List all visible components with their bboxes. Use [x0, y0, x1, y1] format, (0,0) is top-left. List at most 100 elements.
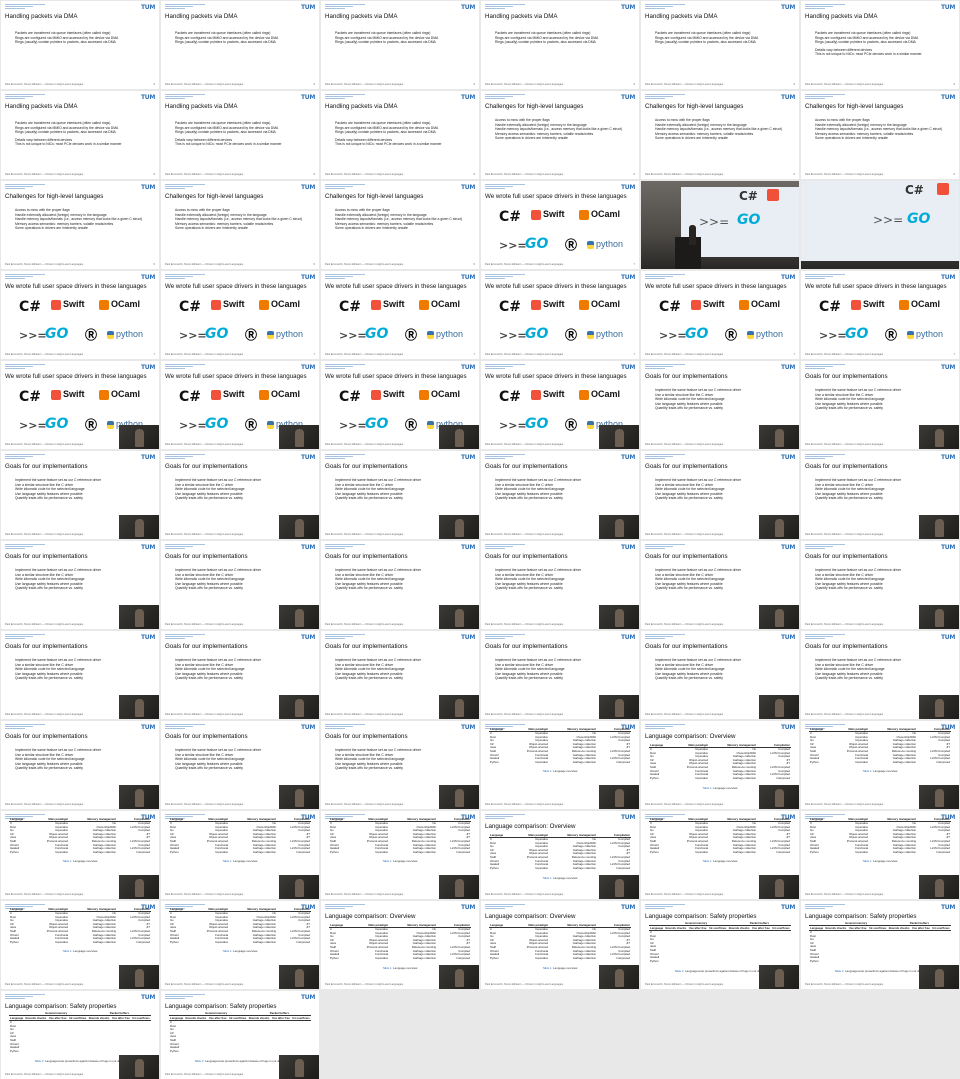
slide-thumbnail[interactable]: TUM Paul Emmerich, Simon Ellmann — Driver… — [1, 991, 159, 1079]
safety-properties-table: General memory Packet buffers Language Boun… — [809, 921, 951, 963]
slide-thumbnail[interactable]: TUM Paul Emmerich, Simon Ellmann — Driver… — [1, 91, 159, 179]
slide-thumbnail[interactable]: TUM Paul Emmerich, Simon Ellmann — Driver… — [161, 811, 319, 899]
slide-thumbnail[interactable]: TUM Paul Emmerich, Simon Ellmann — Driver… — [801, 541, 959, 629]
tum-logo-icon: TUM — [620, 544, 635, 551]
ocaml-label: OCaml — [431, 389, 461, 399]
table-caption: Table 1: Language overview — [1, 949, 159, 953]
slide-thumbnail[interactable]: TUM Paul Emmerich, Simon Ellmann — Driver… — [641, 541, 799, 629]
slide-thumbnail[interactable]: TUM Paul Emmerich, Simon Ellmann — Driver… — [641, 271, 799, 359]
slide-thumbnail[interactable]: TUM Paul Emmerich, Simon Ellmann — Driver… — [321, 451, 479, 539]
slide-thumbnail[interactable]: TUM Paul Emmerich, Simon Ellmann — Driver… — [1, 721, 159, 809]
slide-thumbnail[interactable]: TUM Paul Emmerich, Simon Ellmann — Driver… — [481, 721, 639, 809]
header-line — [5, 458, 25, 459]
slide-title: Goals for our implementations — [165, 463, 248, 470]
slide-thumbnail[interactable]: TUM Paul Emmerich, Simon Ellmann — Driver… — [641, 631, 799, 719]
slide-thumbnail[interactable]: TUM Paul Emmerich, Simon Ellmann — Driver… — [801, 361, 959, 449]
slide-thumbnail[interactable]: TUM Paul Emmerich, Simon Ellmann — Driver… — [321, 811, 479, 899]
slide-thumbnail[interactable]: TUM Paul Emmerich, Simon Ellmann — Driver… — [1, 451, 159, 539]
header-line — [325, 726, 353, 727]
header-line — [485, 368, 505, 369]
slide-title: Goals for our implementations — [645, 463, 728, 470]
slide-thumbnail[interactable]: TUM Paul Emmerich, Simon Ellmann — Driver… — [641, 91, 799, 179]
slide-thumbnail[interactable]: TUM Paul Emmerich, Simon Ellmann — Driver… — [641, 721, 799, 809]
slide-thumbnail[interactable]: TUM Paul Emmerich, Simon Ellmann — Driver… — [161, 181, 319, 269]
slide-thumbnail[interactable]: TUM Paul Emmerich, Simon Ellmann — Driver… — [641, 1, 799, 89]
slide-thumbnail[interactable]: TUM Paul Emmerich, Simon Ellmann — Driver… — [161, 271, 319, 359]
slide-thumbnail[interactable]: TUM Paul Emmerich, Simon Ellmann — Driver… — [641, 361, 799, 449]
slide-thumbnail[interactable]: TUM Paul Emmerich, Simon Ellmann — Driver… — [321, 901, 479, 989]
slide-thumbnail[interactable]: TUM Paul Emmerich, Simon Ellmann — Driver… — [161, 991, 319, 1079]
slide-thumbnail[interactable]: TUM Paul Emmerich, Simon Ellmann — Driver… — [801, 811, 959, 899]
slide-thumbnail[interactable]: TUM Paul Emmerich, Simon Ellmann — Driver… — [321, 1, 479, 89]
slide-thumbnail[interactable]: TUM Paul Emmerich, Simon Ellmann — Driver… — [641, 811, 799, 899]
table-cell: Interpreted — [616, 759, 630, 764]
slide-thumbnail[interactable]: TUM Paul Emmerich, Simon Ellmann — Driver… — [481, 271, 639, 359]
table-row: Python — [169, 1049, 311, 1054]
slide-thumbnail[interactable]: TUM Paul Emmerich, Simon Ellmann — Driver… — [801, 1, 959, 89]
slide-thumbnail[interactable]: C# >>= GO — [641, 181, 799, 269]
slide-title: Goals for our implementations — [485, 463, 568, 470]
slide-thumbnail[interactable]: TUM Paul Emmerich, Simon Ellmann — Driver… — [1, 631, 159, 719]
slide-thumbnail[interactable]: TUM Paul Emmerich, Simon Ellmann — Driver… — [481, 541, 639, 629]
table-caption-text: Language-level protections against class… — [685, 969, 766, 973]
header-line — [325, 638, 345, 639]
slide-footer: Paul Emmerich, Simon Ellmann — Drivers i… — [485, 263, 564, 266]
slide-thumbnail[interactable]: TUM Paul Emmerich, Simon Ellmann — Driver… — [161, 361, 319, 449]
speaker-camera-inset — [919, 425, 959, 449]
slide-thumbnail[interactable]: TUM Paul Emmerich, Simon Ellmann — Driver… — [321, 631, 479, 719]
language-logos: C# Swift OCaml >>= GO Ⓡpython — [641, 295, 799, 353]
slide-title: Goals for our implementations — [645, 643, 728, 650]
csharp-logo-icon: C# — [179, 299, 202, 315]
slide-thumbnail[interactable]: TUM Paul Emmerich, Simon Ellmann — Driver… — [161, 901, 319, 989]
slide-thumbnail[interactable]: TUM Paul Emmerich, Simon Ellmann — Driver… — [321, 361, 479, 449]
slide-thumbnail[interactable]: TUM Paul Emmerich, Simon Ellmann — Driver… — [481, 181, 639, 269]
slide-footer: Paul Emmerich, Simon Ellmann — Drivers i… — [645, 983, 724, 986]
slide-thumbnail[interactable]: TUM Paul Emmerich, Simon Ellmann — Driver… — [1, 811, 159, 899]
slide-thumbnail[interactable]: C# >>= GO — [801, 181, 959, 269]
slide-thumbnail[interactable]: TUM Paul Emmerich, Simon Ellmann — Driver… — [1, 271, 159, 359]
slide-thumbnail[interactable]: TUM Paul Emmerich, Simon Ellmann — Driver… — [481, 91, 639, 179]
slide-thumbnail[interactable]: TUM Paul Emmerich, Simon Ellmann — Driver… — [1, 1, 159, 89]
slide-thumbnail[interactable]: TUM Paul Emmerich, Simon Ellmann — Driver… — [1, 361, 159, 449]
slide-thumbnail[interactable]: TUM Paul Emmerich, Simon Ellmann — Driver… — [641, 451, 799, 539]
slide-thumbnail[interactable]: TUM Paul Emmerich, Simon Ellmann — Driver… — [481, 811, 639, 899]
tum-header-lines-icon — [165, 994, 205, 999]
table-caption-text: Language overview — [73, 859, 98, 863]
slide-thumbnail[interactable]: TUM Paul Emmerich, Simon Ellmann — Driver… — [481, 451, 639, 539]
language-overview-table: Language Main paradigm Memory management Co… — [489, 833, 631, 870]
slide-thumbnail[interactable]: TUM Paul Emmerich, Simon Ellmann — Driver… — [1, 541, 159, 629]
header-line — [325, 364, 365, 365]
slide-thumbnail[interactable]: TUM Paul Emmerich, Simon Ellmann — Driver… — [321, 181, 479, 269]
slide-thumbnail[interactable]: TUM Paul Emmerich, Simon Ellmann — Driver… — [161, 451, 319, 539]
slide-thumbnail[interactable]: TUM Paul Emmerich, Simon Ellmann — Driver… — [321, 721, 479, 809]
slide-thumbnail[interactable]: TUM Paul Emmerich, Simon Ellmann — Driver… — [801, 91, 959, 179]
slide-thumbnail[interactable]: TUM Paul Emmerich, Simon Ellmann — Driver… — [161, 91, 319, 179]
slide-thumbnail[interactable]: TUM Paul Emmerich, Simon Ellmann — Driver… — [321, 271, 479, 359]
slide-title: We wrote full user space drivers in thes… — [5, 373, 147, 380]
slide-thumbnail[interactable]: TUM Paul Emmerich, Simon Ellmann — Driver… — [481, 361, 639, 449]
slide-thumbnail[interactable]: TUM Paul Emmerich, Simon Ellmann — Driver… — [161, 541, 319, 629]
slide-thumbnail[interactable]: TUM Paul Emmerich, Simon Ellmann — Driver… — [801, 451, 959, 539]
slide-thumbnail[interactable]: TUM Paul Emmerich, Simon Ellmann — Driver… — [161, 1, 319, 89]
slide-thumbnail[interactable]: TUM Paul Emmerich, Simon Ellmann — Driver… — [481, 1, 639, 89]
slide-footer: Paul Emmerich, Simon Ellmann — Drivers i… — [325, 173, 404, 176]
table-header-cell: Int overflows — [228, 1015, 248, 1021]
slide-thumbnail[interactable]: TUM Paul Emmerich, Simon Ellmann — Driver… — [801, 721, 959, 809]
go-logo-icon: GO — [365, 416, 389, 432]
slide-thumbnail[interactable]: TUM Paul Emmerich, Simon Ellmann — Driver… — [801, 901, 959, 989]
slide-thumbnail[interactable]: TUM Paul Emmerich, Simon Ellmann — Driver… — [1, 181, 159, 269]
slide-thumbnail[interactable]: TUM Paul Emmerich, Simon Ellmann — Driver… — [481, 631, 639, 719]
slide-footer: Paul Emmerich, Simon Ellmann — Drivers i… — [485, 173, 564, 176]
tum-header-lines-icon — [5, 454, 45, 459]
slide-thumbnail[interactable]: TUM Paul Emmerich, Simon Ellmann — Driver… — [801, 631, 959, 719]
slide-thumbnail[interactable]: TUM Paul Emmerich, Simon Ellmann — Driver… — [481, 901, 639, 989]
slide-thumbnail[interactable]: TUM Paul Emmerich, Simon Ellmann — Driver… — [161, 631, 319, 719]
slide-thumbnail[interactable]: TUM Paul Emmerich, Simon Ellmann — Driver… — [641, 901, 799, 989]
slide-thumbnail[interactable]: TUM Paul Emmerich, Simon Ellmann — Driver… — [801, 271, 959, 359]
slide-thumbnail[interactable]: TUM Paul Emmerich, Simon Ellmann — Driver… — [1, 901, 159, 989]
header-line — [805, 638, 825, 639]
header-line — [5, 636, 33, 637]
slide-thumbnail[interactable]: TUM Paul Emmerich, Simon Ellmann — Driver… — [321, 91, 479, 179]
slide-thumbnail[interactable]: TUM Paul Emmerich, Simon Ellmann — Driver… — [161, 721, 319, 809]
slide-thumbnail[interactable]: TUM Paul Emmerich, Simon Ellmann — Driver… — [321, 541, 479, 629]
